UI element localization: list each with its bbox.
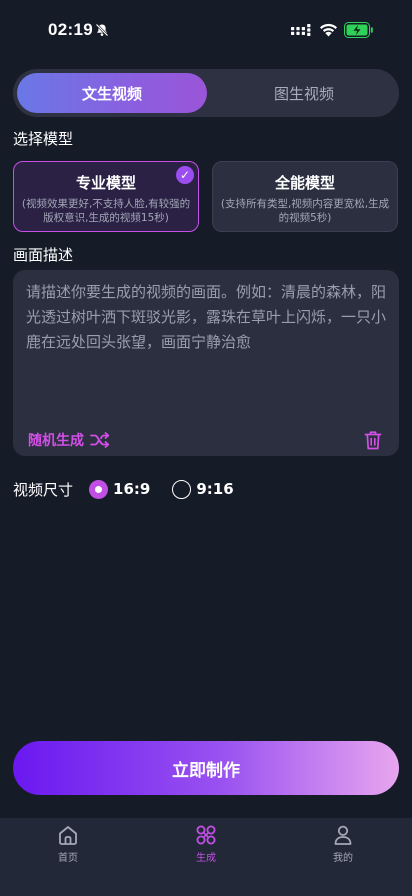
- model-card-desc: (支持所有类型,视频内容更宽松,生成的视频5秒): [220, 198, 390, 224]
- model-card-title: 专业模型: [75, 174, 136, 192]
- wifi-icon: [320, 23, 337, 37]
- model-card-desc: (视频效果更好,不支持人脸,有较强的版权意识,生成的视频15秒): [21, 198, 191, 224]
- create-now-button[interactable]: 立即制作: [13, 741, 399, 795]
- battery-charging-icon: [344, 22, 373, 38]
- home-icon: [59, 826, 77, 845]
- tab-image-to-video[interactable]: 图生视频: [209, 73, 399, 113]
- status-time: 02:19: [48, 20, 93, 39]
- selected-check-icon: ✓: [176, 166, 194, 184]
- create-icon: [196, 825, 216, 845]
- nav-label: 我的: [333, 853, 353, 864]
- random-generate-button[interactable]: 随机生成: [28, 430, 110, 450]
- nav-item-home[interactable]: 首页: [28, 824, 108, 864]
- nav-item-create[interactable]: 生成: [166, 824, 246, 864]
- bottom-nav: 首页 生成 我的: [0, 818, 412, 896]
- model-card-all-purpose[interactable]: 全能模型 (支持所有类型,视频内容更宽松,生成的视频5秒): [212, 161, 398, 232]
- radio-option-9-16[interactable]: 9:16: [172, 479, 234, 499]
- mode-tabs: 文生视频 图生视频: [13, 69, 399, 117]
- app-screen: 02:19 文生视频 图生视频 选择模型 专业模型 (视频效果更好,不支持人脸,…: [0, 0, 412, 896]
- random-generate-label: 随机生成: [28, 433, 84, 449]
- bell-off-icon: [95, 23, 109, 37]
- model-card-pro[interactable]: 专业模型 (视频效果更好,不支持人脸,有较强的版权意识,生成的视频15秒) ✓: [13, 161, 199, 232]
- description-textarea[interactable]: 请描述你要生成的视频的画面。例如：清晨的森林，阳光透过树叶洒下斑驳光影，露珠在草…: [13, 270, 399, 456]
- video-size-row: 视频尺寸 16:9 9:16: [13, 477, 256, 501]
- cellular-signal-icon: [291, 24, 311, 36]
- model-section-title: 选择模型: [13, 130, 74, 148]
- nav-label: 首页: [58, 853, 78, 864]
- video-size-label: 视频尺寸: [13, 480, 74, 499]
- model-card-title: 全能模型: [274, 174, 335, 192]
- description-section-title: 画面描述: [13, 246, 74, 264]
- shuffle-icon: [90, 432, 110, 448]
- radio-unselected-icon: [172, 479, 192, 499]
- radio-option-16-9[interactable]: 16:9: [89, 479, 151, 499]
- radio-option-label: 9:16: [196, 480, 234, 498]
- nav-label: 生成: [196, 853, 216, 864]
- description-placeholder: 请描述你要生成的视频的画面。例如：清晨的森林，阳光透过树叶洒下斑驳光影，露珠在草…: [26, 283, 387, 351]
- tab-text-to-video[interactable]: 文生视频: [17, 73, 207, 113]
- trash-icon[interactable]: [364, 430, 382, 450]
- nav-item-profile[interactable]: 我的: [303, 824, 383, 864]
- profile-icon: [334, 825, 352, 845]
- status-bar: 02:19: [0, 0, 412, 60]
- radio-option-label: 16:9: [113, 480, 151, 498]
- radio-selected-icon: [89, 479, 109, 499]
